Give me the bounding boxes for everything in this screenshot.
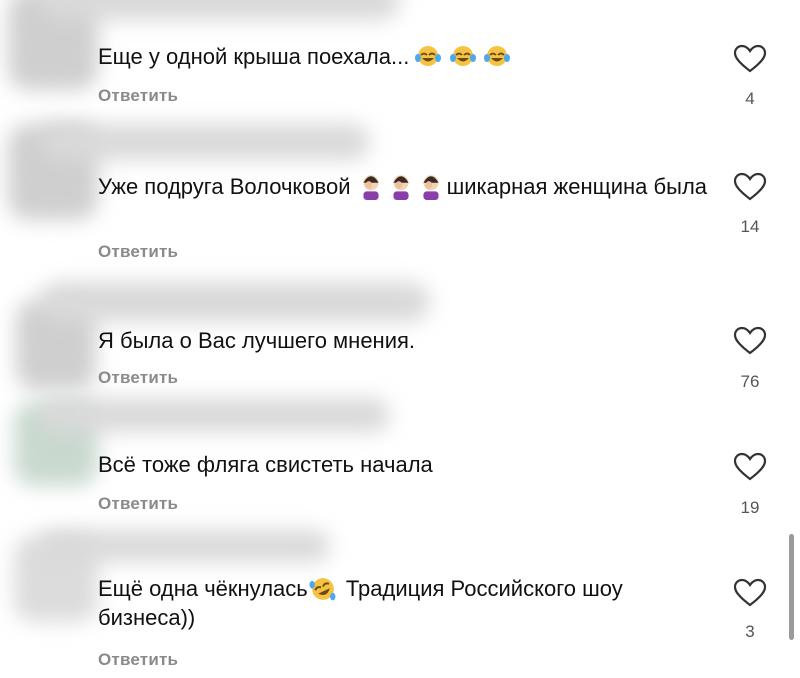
comment-item: Уже подруга Волочковой шикарная женщина … [0,118,800,288]
heart-icon[interactable] [733,452,767,482]
like-count: 4 [745,89,755,108]
comment-item: Я была о Вас лучшего мнения. Ответить 76 [0,282,800,398]
rolling-on-floor-laughing-icon [309,578,336,601]
reply-button[interactable]: Ответить [98,494,178,514]
heart-icon[interactable] [733,44,767,74]
comment-item: Всё тоже фляга свистеть начала Ответить … [0,398,800,526]
comment-item: Еще у одной крыша поехала... Ответить 4 [0,0,800,118]
blurred-username [40,0,400,20]
reply-button[interactable]: Ответить [98,86,178,106]
like-count: 14 [740,217,760,236]
blurred-username [40,124,370,160]
comment-text: Ещё одна чёкнулась Традиция Российского … [98,576,623,630]
reply-button[interactable]: Ответить [98,650,178,670]
woman-facepalming-icon [423,175,439,200]
like-count: 3 [745,622,755,641]
face-with-tears-of-joy-icon [483,46,510,66]
heart-icon[interactable] [733,172,767,202]
face-with-tears-of-joy-icon [415,46,442,66]
heart-icon[interactable] [733,326,767,356]
blurred-username [40,398,390,432]
comment-text: Еще у одной крыша поехала... [98,42,718,71]
comment-item: Ещё одна чёкнулась Традиция Российского … [0,526,800,678]
face-with-tears-of-joy-icon [449,46,476,66]
heart-icon[interactable] [733,578,767,608]
comment-text: Я была о Вас лучшего мнения. [98,328,416,353]
scrollbar[interactable] [789,534,794,640]
like-count: 19 [740,498,760,517]
reply-button[interactable]: Ответить [98,242,178,262]
blurred-username [40,282,430,322]
reply-button[interactable]: Ответить [98,368,178,388]
comment-text: Уже подруга Волочковой шикарная женщина … [98,174,708,200]
woman-facepalming-icon [363,175,379,200]
like-count: 76 [740,372,760,391]
woman-facepalming-icon [393,175,409,200]
blurred-username [40,530,330,562]
comment-text: Всё тоже фляга свистеть начала [98,452,433,477]
